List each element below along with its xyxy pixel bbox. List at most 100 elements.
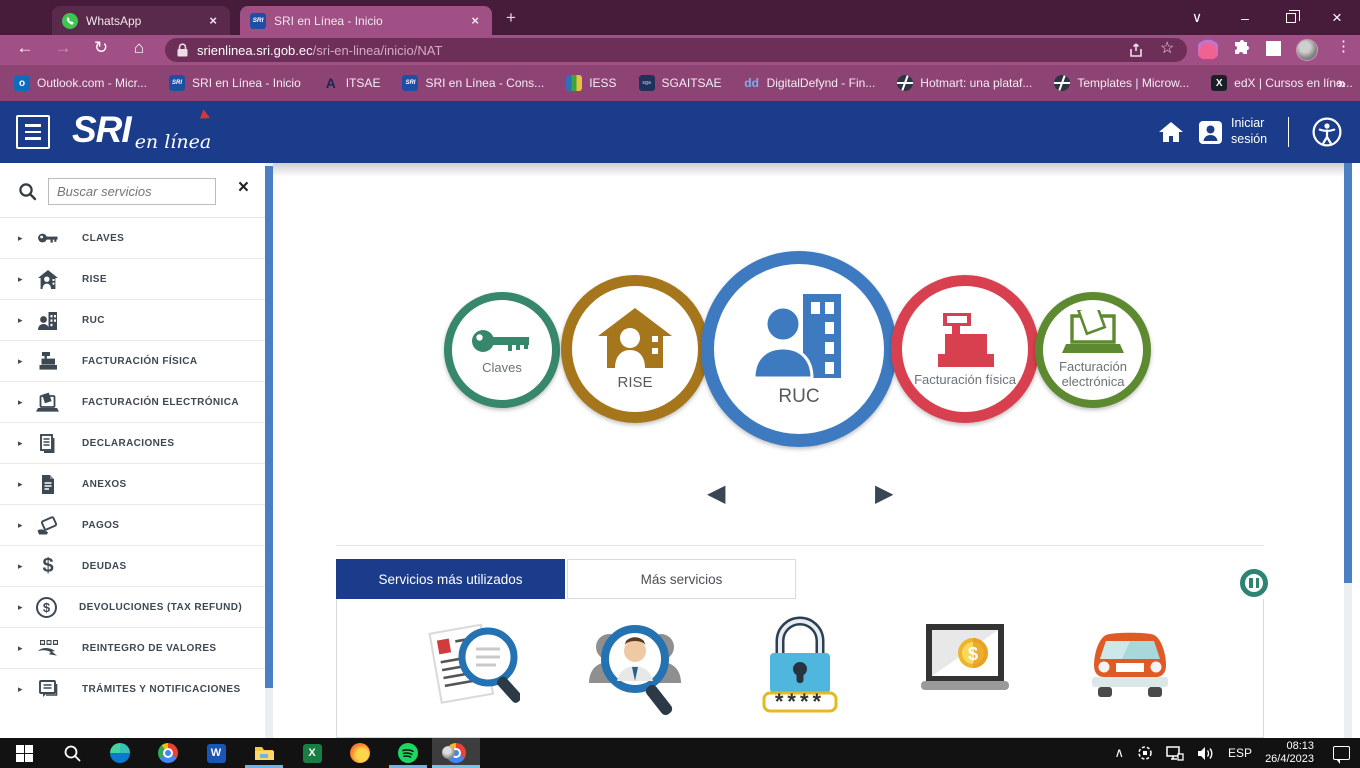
password-stars: **** [775, 689, 825, 714]
sidebar-item-reintegro[interactable]: ▸ REINTEGRO DE VALORES [0, 628, 265, 669]
carousel-item-facturacion-electronica[interactable]: Facturación electrónica [1035, 292, 1151, 408]
sidebar-item-pagos[interactable]: ▸ PAGOS [0, 505, 265, 546]
tray-expand-icon[interactable]: ∧ [1115, 745, 1125, 761]
start-button[interactable] [0, 738, 48, 768]
carousel-item-claves[interactable]: Claves [444, 292, 560, 408]
service-vehicle[interactable] [1080, 613, 1180, 723]
minimize-button[interactable]: – [1222, 0, 1268, 35]
reload-button[interactable]: ↻ [88, 38, 114, 58]
carousel-item-facturacion-fisica[interactable]: Facturación física [891, 275, 1039, 423]
home-link[interactable] [1158, 101, 1184, 163]
network-icon[interactable] [1166, 746, 1184, 761]
sidebar-close-icon[interactable]: × [238, 177, 249, 199]
search-services-input[interactable] [48, 178, 216, 205]
home-button[interactable]: ⌂ [126, 38, 152, 58]
profile-avatar[interactable] [1296, 39, 1318, 61]
carousel-prev-button[interactable]: ◀ [707, 479, 725, 508]
tab-servicios-mas-utilizados[interactable]: Servicios más utilizados [336, 559, 565, 599]
carousel-label: Facturación física [914, 373, 1016, 388]
sidebar-item-tramites[interactable]: ▸ TRÁMITES Y NOTIFICACIONES [0, 669, 265, 710]
service-taxpayer-search[interactable] [585, 613, 685, 723]
taskbar-excel[interactable]: X [288, 738, 336, 768]
sidebar-item-anexos[interactable]: ▸ ANEXOS [0, 464, 265, 505]
sidebar-item-devoluciones[interactable]: ▸ $ DEVOLUCIONES (TAX REFUND) [0, 587, 265, 628]
page-scrollbar[interactable] [1344, 163, 1352, 738]
sidebar-item-deudas[interactable]: ▸ $ DEUDAS [0, 546, 265, 587]
sidebar-scrollbar[interactable] [265, 163, 273, 738]
sidebar-item-claves[interactable]: ▸ CLAVES [0, 218, 265, 259]
carousel-next-button[interactable]: ▶ [875, 479, 893, 508]
accessibility-icon [1312, 117, 1342, 147]
browser-menu-icon[interactable]: ⋮ [1336, 37, 1351, 55]
bookmark-iess[interactable]: IESS [566, 75, 616, 91]
service-document-search[interactable] [420, 613, 520, 723]
action-center-icon[interactable] [1333, 746, 1350, 760]
key-icon [36, 227, 60, 249]
taskbar-search-button[interactable] [48, 738, 96, 768]
person-building-icon [36, 309, 60, 331]
user-icon [1198, 120, 1223, 145]
taskbar-clock[interactable]: 08:13 26/4/2023 [1265, 740, 1314, 766]
taskbar-edge[interactable] [96, 738, 144, 768]
bookmark-star-icon[interactable]: ☆ [1160, 38, 1174, 58]
extensions-puzzle-icon[interactable] [1232, 39, 1252, 59]
sidebar-item-facturacion-fisica[interactable]: ▸ FACTURACIÓN FÍSICA [0, 341, 265, 382]
sri-logo-script: en línea [135, 131, 211, 153]
tab-close-icon[interactable]: × [468, 13, 482, 28]
tab-whatsapp[interactable]: WhatsApp × [52, 6, 230, 35]
share-icon[interactable] [1128, 41, 1146, 59]
bookmark-outlook[interactable]: oOutlook.com - Micr... [14, 75, 147, 91]
sidebar-scrollbar-thumb[interactable] [265, 166, 273, 688]
bookmark-hotmart[interactable]: Hotmart: una plataf... [897, 75, 1032, 91]
forward-button[interactable]: → [50, 38, 76, 58]
carousel-item-ruc[interactable]: RUC [701, 251, 897, 447]
extension-pink-icon[interactable] [1198, 39, 1218, 59]
taskbar-chrome[interactable] [144, 738, 192, 768]
sri-logo[interactable]: SRIen línea [72, 109, 207, 151]
sidebar-item-ruc[interactable]: ▸ RUC [0, 300, 265, 341]
taskbar-firefox[interactable] [336, 738, 384, 768]
tab-search-button[interactable]: ∨ [1174, 0, 1220, 35]
language-indicator[interactable]: ESP [1228, 746, 1252, 760]
accessibility-button[interactable] [1312, 101, 1342, 163]
tray-app-icon[interactable] [1137, 745, 1153, 761]
new-tab-button[interactable]: + [506, 8, 516, 28]
taskbar-explorer[interactable] [240, 738, 288, 768]
sidebar-item-declaraciones[interactable]: ▸ DECLARACIONES [0, 423, 265, 464]
address-bar[interactable]: srienlinea.sri.gob.ec/sri-en-linea/inici… [165, 38, 1187, 62]
bookmark-sri-inicio[interactable]: SRISRI en Línea - Inicio [169, 75, 301, 91]
sidebar-item-label: FACTURACIÓN FÍSICA [82, 356, 198, 367]
bookmark-templates[interactable]: Templates | Microw... [1054, 75, 1189, 91]
taskbar-spotify[interactable] [384, 738, 432, 768]
tab-close-icon[interactable]: × [206, 13, 220, 28]
back-button[interactable]: ← [12, 38, 38, 58]
volume-icon[interactable] [1197, 746, 1215, 761]
sidebar-item-facturacion-electronica[interactable]: ▸ FACTURACIÓN ELECTRÓNICA [0, 382, 265, 423]
tab-sri-active[interactable]: SRI SRI en Línea - Inicio × [240, 6, 492, 35]
browser-titlebar: WhatsApp × SRI SRI en Línea - Inicio × +… [0, 0, 1360, 35]
bookmark-sri-consultas[interactable]: SRISRI en Línea - Cons... [402, 75, 544, 91]
iess-icon [566, 75, 582, 91]
menu-hamburger-button[interactable] [16, 115, 50, 149]
pause-carousel-button[interactable] [1240, 569, 1268, 597]
tab-mas-servicios[interactable]: Más servicios [567, 559, 796, 599]
restore-button[interactable] [1268, 0, 1314, 35]
bookmark-sgaitsae[interactable]: sgaSGAITSAE [639, 75, 722, 91]
section-divider [336, 545, 1264, 546]
taskbar-word[interactable]: W [192, 738, 240, 768]
bookmarks-overflow-icon[interactable]: » [1338, 75, 1346, 92]
url-host: srienlinea.sri.gob.ec [197, 43, 313, 58]
service-online-payment[interactable]: $ [915, 613, 1015, 723]
login-button[interactable]: Iniciarsesión [1198, 101, 1267, 163]
service-password-lock[interactable]: **** [750, 613, 850, 723]
carousel-item-rise[interactable]: RISE [561, 275, 709, 423]
bookmark-itsae[interactable]: AITSAE [323, 75, 381, 91]
bookmark-edx[interactable]: XedX | Cursos en líne... [1211, 75, 1353, 91]
close-window-button[interactable]: × [1314, 0, 1360, 35]
sidebar-item-rise[interactable]: ▸ RISE [0, 259, 265, 300]
bookmark-digitaldefynd[interactable]: ddDigitalDefynd - Fin... [744, 75, 876, 91]
reading-mode-icon[interactable] [1266, 41, 1281, 56]
taskbar-chrome-active[interactable] [432, 738, 480, 768]
page-scrollbar-thumb[interactable] [1344, 163, 1352, 583]
chevron-right-icon: ▸ [18, 561, 28, 572]
